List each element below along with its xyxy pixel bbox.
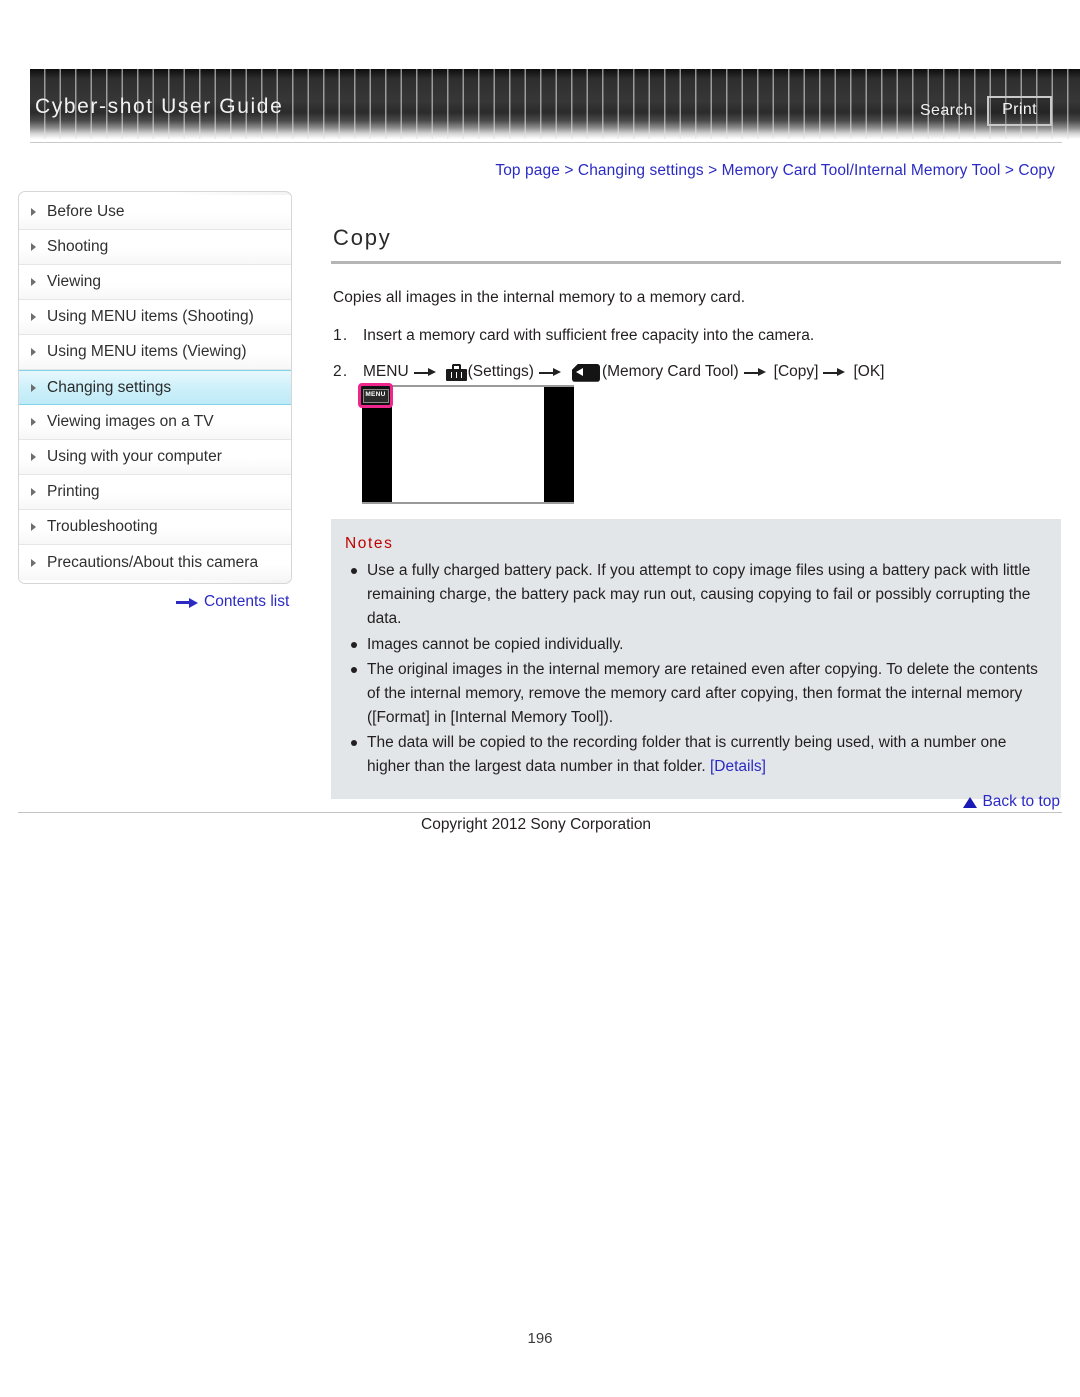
step-number: 1. — [333, 327, 349, 344]
sidebar-item-label: Shooting — [47, 238, 109, 255]
memory-card-icon — [571, 363, 600, 382]
note-item: The data will be copied to the recording… — [343, 731, 1043, 779]
triangle-right-icon — [31, 488, 36, 496]
sidebar-item-printing[interactable]: Printing — [19, 475, 291, 510]
camera-screen-figure: MENU — [358, 383, 574, 504]
triangle-right-icon — [31, 383, 36, 392]
sidebar-item-label: Before Use — [47, 203, 125, 220]
sidebar-item-precautions-about-this-camera[interactable]: Precautions/About this camera — [19, 545, 291, 580]
sidebar-item-viewing-images-on-a-tv[interactable]: Viewing images on a TV — [19, 405, 291, 440]
sidebar-item-label: Changing settings — [47, 378, 172, 396]
notes-title: Notes — [345, 535, 394, 552]
sidebar-item-label: Using with your computer — [47, 448, 222, 465]
sidebar-item-using-with-your-computer[interactable]: Using with your computer — [19, 440, 291, 475]
header-divider — [30, 142, 1062, 143]
sidebar-item-label: Troubleshooting — [47, 518, 158, 535]
contents-list-link[interactable]: Contents list — [176, 593, 289, 611]
triangle-right-icon — [31, 243, 36, 251]
print-button[interactable]: Print — [987, 96, 1052, 126]
title-divider — [331, 261, 1061, 264]
sidebar-item-label: Using MENU items (Shooting) — [47, 308, 254, 325]
sidebar-item-label: Using MENU items (Viewing) — [47, 343, 247, 360]
note-item: Images cannot be copied individually. — [343, 633, 1043, 657]
page-number: 196 — [527, 1330, 553, 1347]
sidebar-item-before-use[interactable]: Before Use — [19, 195, 291, 230]
triangle-right-icon — [31, 523, 36, 531]
settings-toolbox-icon — [445, 364, 467, 382]
page-title: Copy — [333, 225, 392, 250]
back-to-top-link[interactable]: Back to top — [963, 793, 1060, 811]
arrow-right-icon — [538, 366, 564, 380]
breadcrumb[interactable]: Top page > Changing settings > Memory Ca… — [495, 162, 1055, 180]
sidebar-item-using-menu-items-shooting[interactable]: Using MENU items (Shooting) — [19, 300, 291, 335]
notes-box: Notes Use a fully charged battery pack. … — [331, 519, 1061, 799]
sidebar-item-using-menu-items-viewing[interactable]: Using MENU items (Viewing) — [19, 335, 291, 370]
triangle-right-icon — [31, 418, 36, 426]
step-2: 2. MENU (Settings) (Memory Card Tool) [C… — [333, 361, 1061, 383]
details-link[interactable]: [Details] — [710, 758, 766, 775]
triangle-right-icon — [31, 558, 36, 567]
notes-list: Use a fully charged battery pack. If you… — [343, 559, 1043, 780]
footer-divider — [18, 812, 1062, 813]
arrow-right-icon — [176, 597, 198, 608]
sidebar-item-changing-settings[interactable]: Changing settings — [19, 370, 291, 405]
steps-list: 1. Insert a memory card with sufficient … — [333, 325, 1061, 384]
header-actions: Search Print — [920, 96, 1052, 126]
sidebar-nav: Before Use Shooting Viewing Using MENU i… — [18, 191, 292, 584]
intro-paragraph: Copies all images in the internal memory… — [333, 289, 746, 306]
ok-label: [OK] — [853, 363, 885, 381]
note-item: Use a fully charged battery pack. If you… — [343, 559, 1043, 632]
triangle-up-icon — [963, 796, 978, 808]
step-text: Insert a memory card with sufficient fre… — [363, 327, 815, 344]
triangle-right-icon — [31, 208, 36, 216]
page-root: Cyber-shot User Guide Search Print Top p… — [0, 0, 1080, 1397]
triangle-right-icon — [31, 278, 36, 286]
sidebar-item-label: Printing — [47, 483, 100, 500]
sidebar-item-label: Viewing images on a TV — [47, 413, 214, 430]
sidebar-item-shooting[interactable]: Shooting — [19, 230, 291, 265]
search-link[interactable]: Search — [920, 102, 973, 120]
sidebar-item-label: Precautions/About this camera — [47, 553, 259, 571]
menu-button-highlight: MENU — [358, 383, 393, 408]
arrow-right-icon — [413, 366, 439, 380]
sidebar-item-troubleshooting[interactable]: Troubleshooting — [19, 510, 291, 545]
triangle-right-icon — [31, 453, 36, 461]
step-text: MENU (Settings) (Memory Card Tool) [Copy… — [363, 361, 884, 383]
menu-keyword: MENU — [363, 363, 409, 381]
main-content: Copy Copies all images in the internal m… — [331, 225, 1061, 398]
copyright-text: Copyright 2012 Sony Corporation — [421, 816, 652, 833]
contents-list-label: Contents list — [204, 593, 290, 610]
note-item: The original images in the internal memo… — [343, 658, 1043, 731]
arrow-right-icon — [743, 366, 769, 380]
arrow-right-icon — [823, 366, 848, 380]
step-1: 1. Insert a memory card with sufficient … — [333, 325, 1061, 347]
sidebar-item-label: Viewing — [47, 273, 102, 290]
copy-label: [Copy] — [773, 363, 819, 381]
page-logo-title: Cyber-shot User Guide — [35, 95, 284, 118]
menu-button-icon: MENU — [362, 388, 389, 403]
sidebar-item-viewing[interactable]: Viewing — [19, 265, 291, 300]
triangle-right-icon — [31, 313, 36, 321]
back-to-top-label: Back to top — [982, 793, 1060, 810]
figure-right-bar — [544, 387, 574, 502]
memory-card-tool-label: (Memory Card Tool) — [601, 363, 739, 381]
step-number: 2. — [333, 363, 349, 381]
note-text: The data will be copied to the recording… — [367, 734, 1007, 776]
triangle-right-icon — [31, 348, 36, 356]
settings-label: (Settings) — [467, 363, 534, 381]
